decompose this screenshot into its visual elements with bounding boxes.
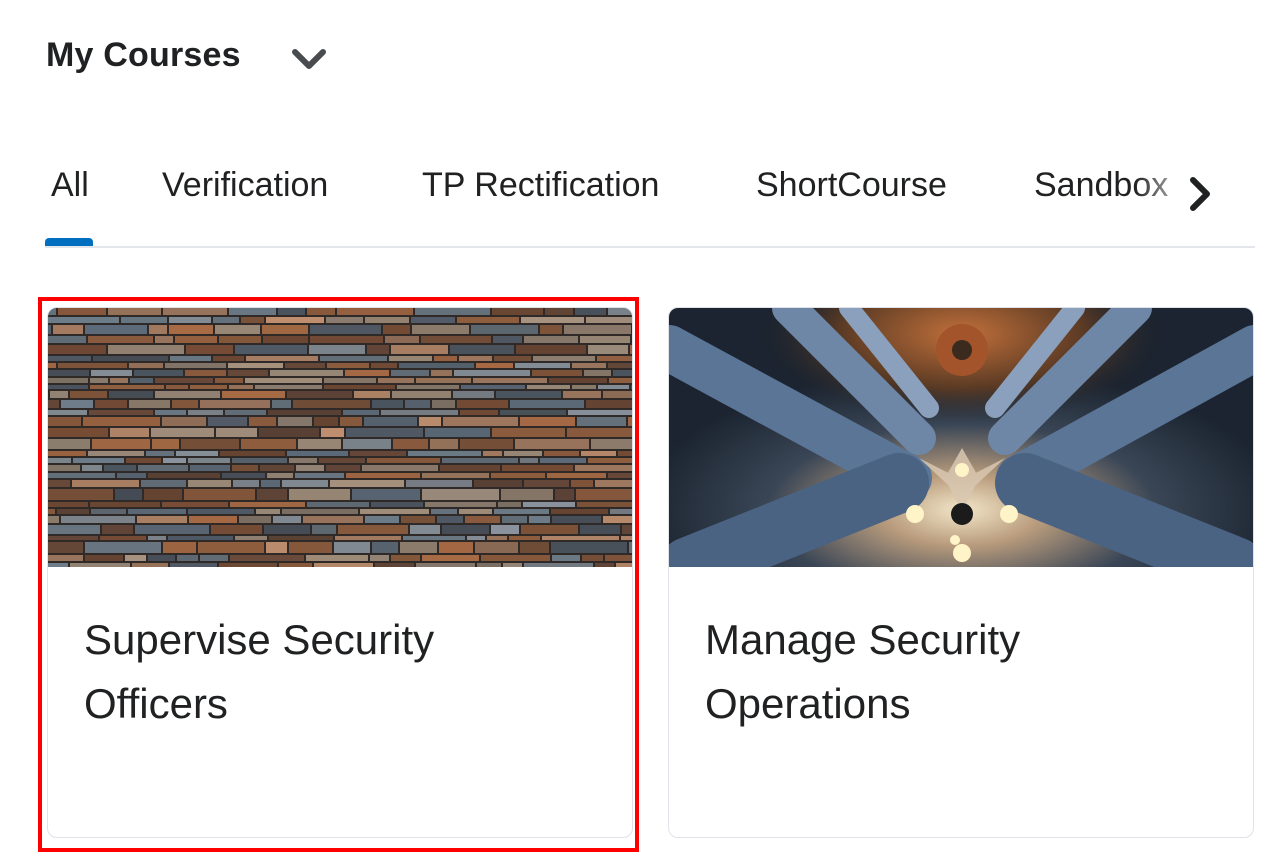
course-title: Supervise Security Officers <box>84 616 435 727</box>
tabs-divider <box>45 246 1255 248</box>
tab-tp-rectification[interactable]: TP Rectification <box>422 166 659 205</box>
tab-sandbox[interactable]: Sandbox <box>1034 166 1184 205</box>
chevron-down-icon[interactable] <box>290 46 328 74</box>
course-title: Manage Security Operations <box>705 616 1021 727</box>
stone-wall-image <box>48 308 632 568</box>
course-tabs: All Verification TP Rectification ShortC… <box>45 160 1255 248</box>
course-card-supervise-security-officers[interactable]: Supervise Security Officers <box>47 307 633 838</box>
chevron-right-icon[interactable] <box>1183 174 1217 214</box>
my-courses-header: My Courses <box>46 36 241 75</box>
active-tab-indicator <box>45 238 93 246</box>
tab-shortcourse[interactable]: ShortCourse <box>756 166 947 205</box>
cathedral-ceiling-image <box>669 308 1253 597</box>
page-title: My Courses <box>46 36 241 74</box>
course-card-manage-security-operations[interactable]: Manage Security Operations <box>668 307 1254 838</box>
tab-all[interactable]: All <box>51 166 89 205</box>
tab-verification[interactable]: Verification <box>162 166 328 205</box>
